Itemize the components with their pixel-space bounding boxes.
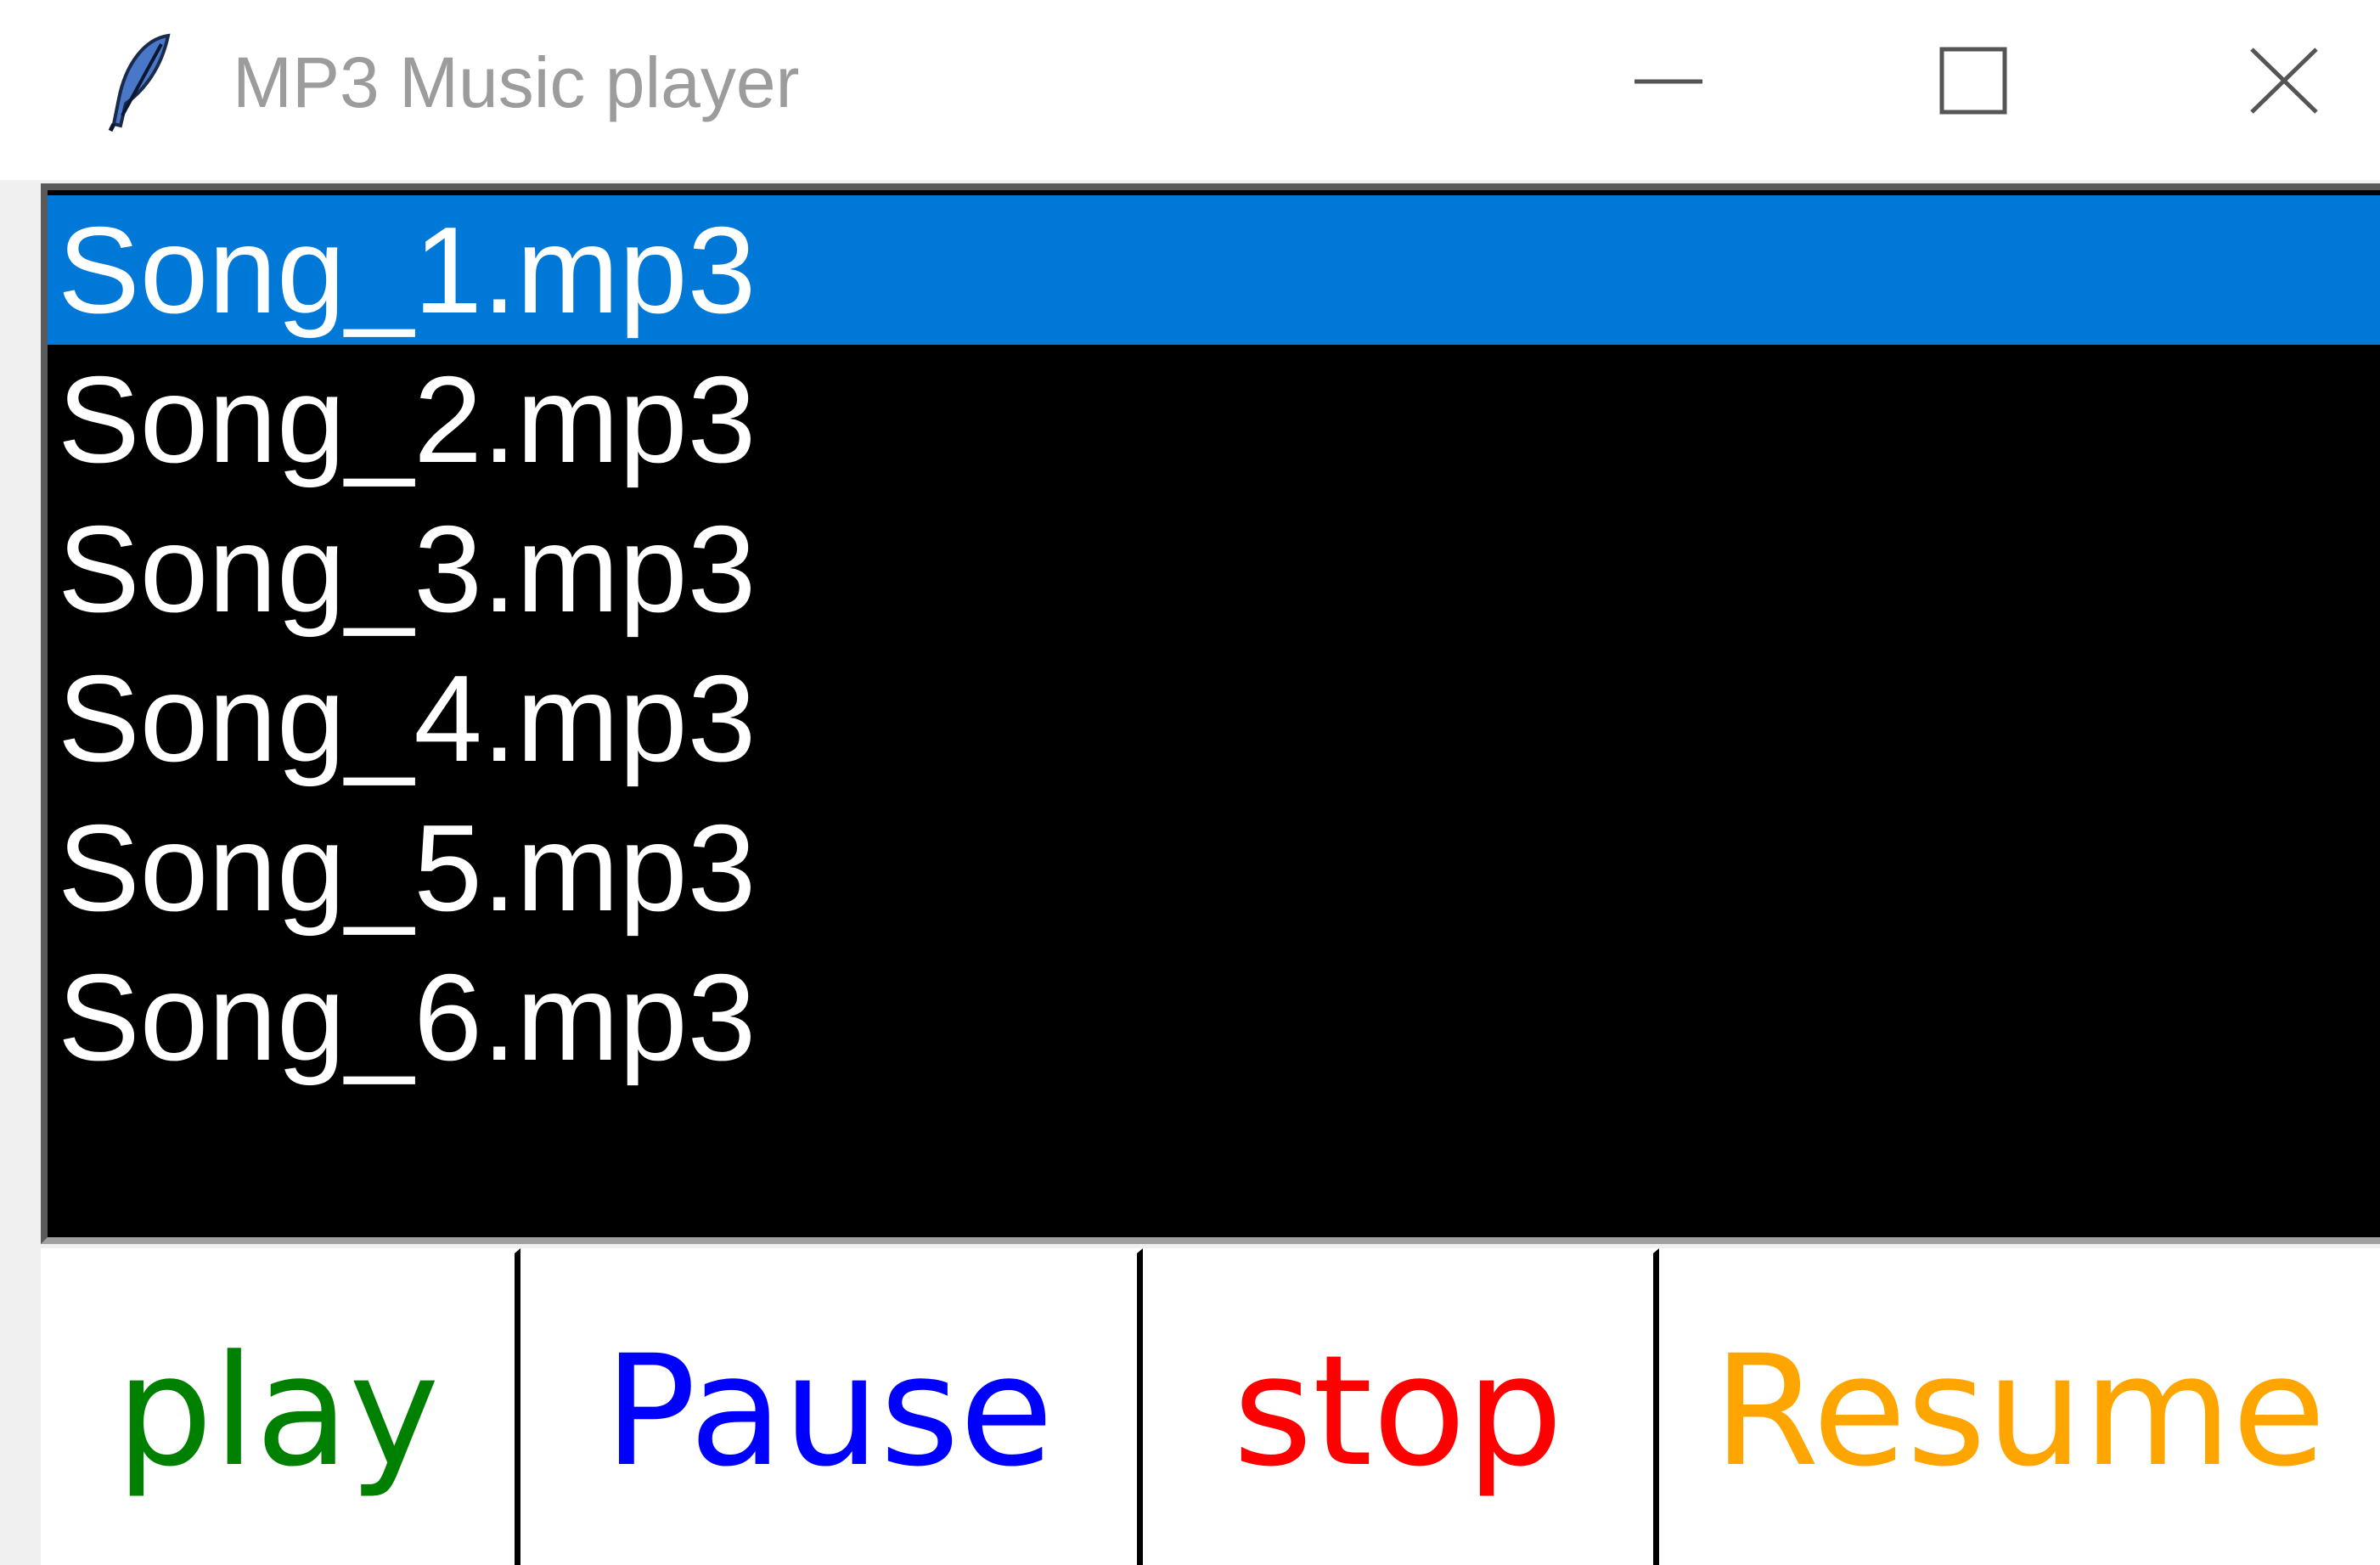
window-title: MP3 Music player [233,42,800,122]
mp3-player-window: MP3 Music player Song_1.mp3 Song_2.mp3 S… [0,0,2380,1565]
control-buttons: play Pause stop Resume [41,1248,2380,1565]
minimize-icon[interactable] [1601,25,1736,136]
song-item-6[interactable]: Song_6.mp3 [48,943,2380,1092]
feather-icon [102,31,178,132]
song-item-1[interactable]: Song_1.mp3 [48,195,2380,345]
resume-button[interactable]: Resume [1659,1248,2380,1565]
maximize-icon[interactable] [1906,25,2042,136]
stop-button[interactable]: stop [1143,1248,1659,1565]
song-item-4[interactable]: Song_4.mp3 [48,644,2380,793]
song-item-5[interactable]: Song_5.mp3 [48,793,2380,943]
pause-button[interactable]: Pause [520,1248,1143,1565]
play-button[interactable]: play [41,1248,520,1565]
title-bar[interactable]: MP3 Music player [0,0,2380,180]
song-listbox[interactable]: Song_1.mp3 Song_2.mp3 Song_3.mp3 Song_4.… [41,183,2380,1244]
close-icon[interactable] [2216,25,2352,136]
song-item-3[interactable]: Song_3.mp3 [48,494,2380,644]
song-item-2[interactable]: Song_2.mp3 [48,345,2380,494]
